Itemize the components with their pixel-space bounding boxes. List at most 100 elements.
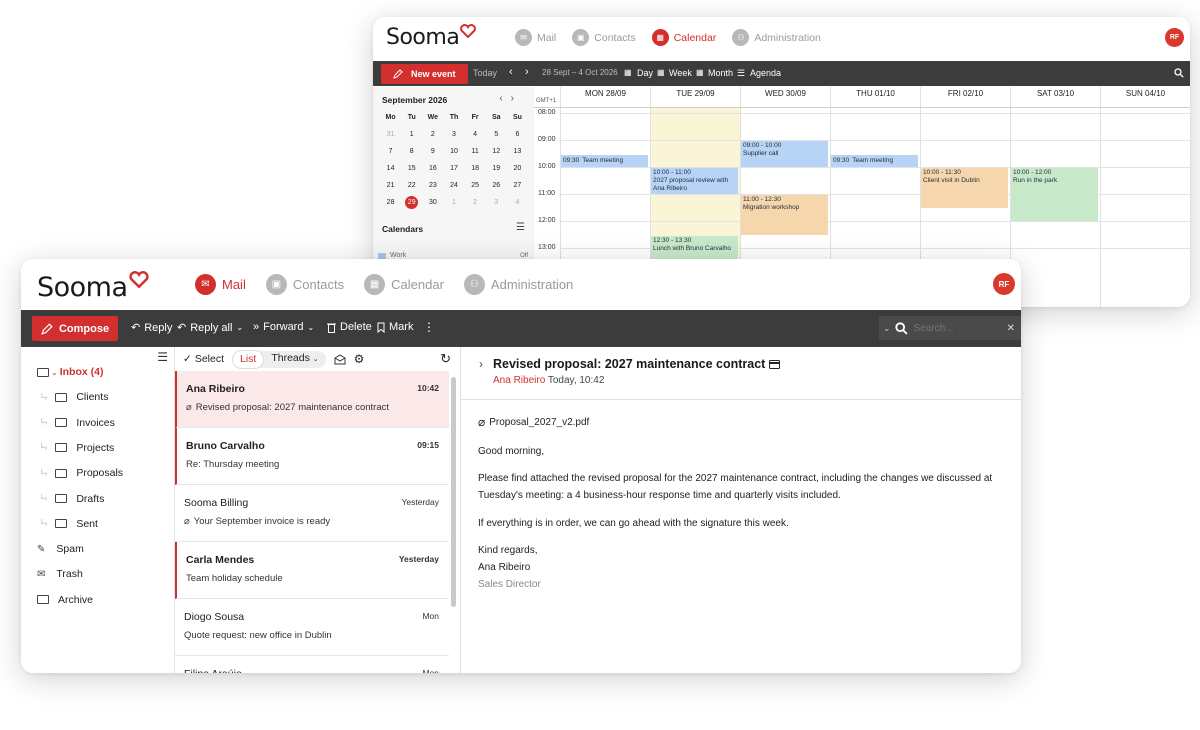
mini-calendar-day[interactable]: 13 xyxy=(507,143,528,160)
mini-calendar-day[interactable]: 29 xyxy=(401,194,422,211)
folder-archive[interactable]: Archive xyxy=(37,594,93,606)
clear-search-icon[interactable]: ✕ xyxy=(1007,323,1015,334)
mini-calendar-day[interactable]: 28 xyxy=(380,194,401,211)
calendar-event[interactable]: 10:00 - 11:30 Client visit in Dublin xyxy=(921,168,1008,208)
view-day-icon[interactable]: ▦ xyxy=(624,68,632,77)
calendar-item-work[interactable]: Work Off xyxy=(378,252,528,259)
nav-item-mail[interactable]: ✉ Mail xyxy=(515,29,556,46)
mini-calendar-day[interactable]: 19 xyxy=(486,160,507,177)
search-input[interactable] xyxy=(913,322,1004,334)
folder-spam[interactable]: ✎ Spam xyxy=(37,543,84,555)
view-day-button[interactable]: Day xyxy=(637,68,653,78)
checkmark-icon[interactable]: ✓ xyxy=(183,353,192,365)
mini-calendar-day[interactable]: 1 xyxy=(401,126,422,143)
calendar-event[interactable]: 09:30 Team meeting xyxy=(561,154,648,167)
avatar[interactable]: RF xyxy=(993,273,1015,295)
mini-calendar-day[interactable]: 21 xyxy=(380,177,401,194)
calendar-item-state[interactable]: Off xyxy=(520,253,528,259)
mini-calendar-day[interactable]: 2 xyxy=(422,126,443,143)
calendar-event[interactable]: 10:00 - 12:00 Run in the park xyxy=(1011,168,1098,221)
mini-calendar-day[interactable]: 23 xyxy=(422,177,443,194)
select-button[interactable]: Select xyxy=(195,353,224,365)
attachment[interactable]: ⌀ Proposal_2027_v2.pdf xyxy=(478,415,589,429)
search-box[interactable]: ⌄ ✕ xyxy=(879,316,1021,340)
mini-calendar-day[interactable]: 3 xyxy=(486,194,507,211)
message-row[interactable]: Ana Ribeiro 10:42 ⌀ Revised proposal: 2027 … xyxy=(175,371,449,428)
view-agenda-button[interactable]: Agenda xyxy=(750,68,781,78)
sooma-logo[interactable]: Sooma xyxy=(386,24,477,50)
calendar-event[interactable]: 10:00 - 11:00 2027 proposal review with A… xyxy=(651,168,738,194)
mini-calendar-day[interactable]: 30 xyxy=(422,194,443,211)
folder-invoices[interactable]: └› Invoices xyxy=(39,417,115,429)
mini-calendar-day[interactable]: 16 xyxy=(422,160,443,177)
nav-item-contacts[interactable]: ▣ Contacts xyxy=(265,274,344,295)
chevron-right-icon[interactable]: › xyxy=(479,357,483,371)
mini-calendar-day[interactable]: 3 xyxy=(443,126,464,143)
prev-month-icon[interactable]: ‹ xyxy=(499,93,510,104)
compose-button[interactable]: Compose xyxy=(32,316,118,341)
calendar-event[interactable]: 11:00 - 12:30 Migration workshop xyxy=(741,195,828,235)
mini-calendar-day[interactable]: 27 xyxy=(507,177,528,194)
delete-button[interactable]: Delete xyxy=(327,321,372,333)
mini-calendar-day[interactable]: 4 xyxy=(465,126,486,143)
nav-item-administration[interactable]: ⚇ Administration xyxy=(732,29,821,46)
card-icon[interactable] xyxy=(769,359,781,369)
message-row[interactable]: Carla Mendes Yesterday Team holiday schedu… xyxy=(175,542,449,599)
refresh-icon[interactable]: ↻ xyxy=(440,351,451,367)
view-month-button[interactable]: Month xyxy=(708,68,733,78)
mini-calendar-day[interactable]: 10 xyxy=(443,143,464,160)
next-month-icon[interactable]: › xyxy=(511,93,522,104)
view-week-icon[interactable]: ▦ xyxy=(657,68,665,77)
mini-calendar-day[interactable]: 4 xyxy=(507,194,528,211)
calendar-event[interactable]: 09:30 Team meeting xyxy=(831,154,918,167)
nav-item-calendar[interactable]: ▦ Calendar xyxy=(364,274,444,295)
view-month-icon[interactable]: ▦ xyxy=(696,68,704,77)
mini-calendar-day[interactable]: 22 xyxy=(401,177,422,194)
nav-item-contacts[interactable]: ▣ Contacts xyxy=(572,29,636,46)
email-sender[interactable]: Ana Ribeiro xyxy=(493,375,545,386)
mini-calendar-day[interactable]: 31 xyxy=(380,126,401,143)
mini-calendar-day[interactable]: 2 xyxy=(465,194,486,211)
folder-inbox[interactable]: ⌄ Inbox (4) xyxy=(37,366,103,378)
folder-drafts[interactable]: └› Drafts xyxy=(39,493,104,505)
next-week-icon[interactable]: › xyxy=(525,66,529,78)
message-row[interactable]: Bruno Carvalho 09:15 Re: Thursday meeting xyxy=(175,428,449,485)
folder-clients[interactable]: └› Clients xyxy=(39,391,108,403)
folder-projects[interactable]: └› Projects xyxy=(39,442,114,454)
mini-calendar-day[interactable]: 1 xyxy=(443,194,464,211)
list-view-button[interactable]: List xyxy=(232,349,265,369)
hamburger-icon[interactable]: ☰ xyxy=(157,350,168,364)
folder-sent[interactable]: └› Sent xyxy=(39,518,98,530)
mini-calendar-day[interactable]: 9 xyxy=(422,143,443,160)
threads-view-button[interactable]: Threads ⌄ xyxy=(264,350,325,368)
forward-button[interactable]: » Forward ⌄ xyxy=(253,321,314,333)
nav-item-administration[interactable]: ⚇ Administration xyxy=(463,274,573,295)
view-agenda-icon[interactable]: ☰ xyxy=(737,68,745,79)
more-options-icon[interactable]: ⋮ xyxy=(423,320,435,334)
mini-calendar-day[interactable]: 5 xyxy=(486,126,507,143)
mini-calendar-day[interactable]: 18 xyxy=(465,160,486,177)
hamburger-icon[interactable]: ☰ xyxy=(516,222,525,233)
message-row[interactable]: Diogo Sousa Mon Quote request: new office … xyxy=(175,599,449,656)
chevron-down-icon[interactable]: ⌄ xyxy=(51,368,58,377)
mini-calendar-day[interactable]: 14 xyxy=(380,160,401,177)
calendar-event[interactable]: 12:30 - 13:30 Lunch with Bruno Carvalho xyxy=(651,235,738,262)
folder-trash[interactable]: ✉ Trash xyxy=(37,568,83,580)
mini-calendar-day[interactable]: 7 xyxy=(380,143,401,160)
mini-calendar-day[interactable]: 8 xyxy=(401,143,422,160)
mini-calendar-day[interactable]: 25 xyxy=(465,177,486,194)
new-event-button[interactable]: New event xyxy=(381,64,468,84)
folder-proposals[interactable]: └› Proposals xyxy=(39,467,123,479)
calendar-event[interactable]: 09:00 - 10:00 Supplier call xyxy=(741,141,828,167)
mini-calendar-day[interactable]: 24 xyxy=(443,177,464,194)
mini-calendar-day[interactable]: 26 xyxy=(486,177,507,194)
message-row[interactable]: Sooma Billing Yesterday ⌀ Your September in… xyxy=(175,485,449,542)
sooma-logo[interactable]: Sooma xyxy=(37,271,149,303)
mini-calendar-day[interactable]: 12 xyxy=(486,143,507,160)
mini-calendar-day[interactable]: 17 xyxy=(443,160,464,177)
today-button[interactable]: Today xyxy=(473,68,497,78)
view-week-button[interactable]: Week xyxy=(669,68,692,78)
settings-gear-icon[interactable]: ⚙ xyxy=(354,352,365,366)
search-icon[interactable] xyxy=(1174,68,1184,78)
avatar[interactable]: RF xyxy=(1165,28,1184,47)
